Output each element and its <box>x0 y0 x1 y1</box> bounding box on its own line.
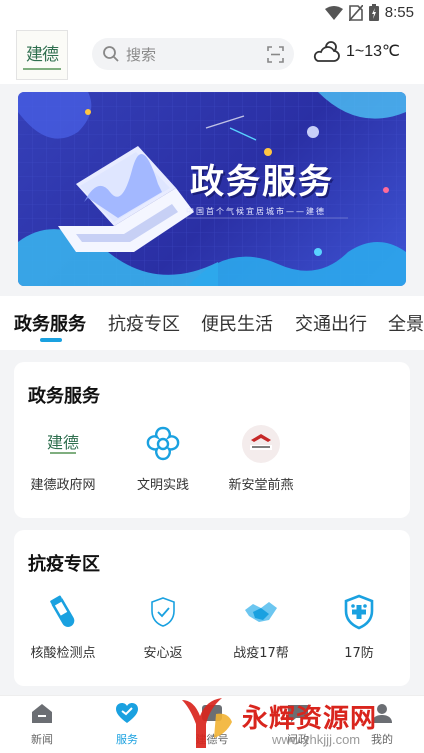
tab-kangyi[interactable]: 抗疫专区 <box>108 310 180 336</box>
section-card-zhengwu: 政务服务 建德 建德政府网 文明实践 新安堂前燕 <box>14 362 410 518</box>
heart-icon <box>116 703 138 723</box>
cloudy-weather-icon <box>313 41 340 62</box>
shield-plus-icon <box>339 592 379 632</box>
service-item-wenming[interactable]: 文明实践 <box>118 424 208 493</box>
service-item-17fang[interactable]: 17防 <box>314 592 404 661</box>
flower-icon <box>143 424 183 464</box>
nav-item-service[interactable]: 服务 <box>97 702 157 747</box>
section-card-kangyi: 抗疫专区 核酸检测点 安心返 战疫17帮 17防 <box>14 530 410 686</box>
nav-item-jiandehao[interactable]: 建德号 <box>182 702 242 747</box>
service-item-zhanyi17[interactable]: 战疫17帮 <box>216 592 306 661</box>
user-icon <box>372 704 392 723</box>
category-tabs: 政务服务 抗疫专区 便民生活 交通出行 全景 <box>0 296 424 350</box>
jiande-logo-icon: 建德 <box>43 424 83 464</box>
service-item-label: 核酸检测点 <box>30 646 96 661</box>
status-icons: 8:55 <box>324 4 414 21</box>
shield-check-icon <box>143 592 183 632</box>
tab-zhengwu[interactable]: 政务服务 <box>14 310 86 336</box>
banner[interactable]: 政务服务 中国首个气候宜居城市——建德 <box>18 92 406 286</box>
section-title: 政务服务 <box>28 386 100 407</box>
home-icon <box>32 704 52 723</box>
section-title: 抗疫专区 <box>28 554 100 575</box>
svg-text:建德: 建德 <box>47 433 79 452</box>
nav-item-wenzheng[interactable]: 问政 <box>268 702 328 747</box>
nav-item-mine[interactable]: 我的 <box>352 702 412 747</box>
banner-subtitle: 中国首个气候宜居城市——建德 <box>186 207 326 216</box>
service-item-xinan[interactable]: 新安堂前燕 <box>216 424 306 493</box>
logo-text: 建德 <box>26 45 59 65</box>
test-tube-icon <box>43 592 83 632</box>
service-item-hesuan[interactable]: 核酸检测点 <box>18 592 108 661</box>
service-item-label: 17防 <box>344 646 374 661</box>
nav-item-news[interactable]: 新闻 <box>12 702 72 747</box>
active-tab-indicator <box>40 338 62 342</box>
service-item-jiande-gov[interactable]: 建德 建德政府网 <box>18 424 108 493</box>
search-placeholder: 搜索 <box>126 46 157 64</box>
nav-label: 服务 <box>116 733 138 746</box>
service-item-label: 文明实践 <box>136 478 189 493</box>
banner-title: 政务服务 <box>190 162 334 202</box>
chat-icon <box>288 705 308 722</box>
bottom-nav: 新闻 服务 建德号 问政 我的 <box>0 695 424 753</box>
media-icon <box>202 705 222 721</box>
search-icon <box>103 46 119 62</box>
status-bar: 8:55 <box>0 0 424 28</box>
weather-temperature: 1~13℃ <box>346 43 401 60</box>
nav-label: 问政 <box>287 733 309 746</box>
tab-quanjing[interactable]: 全景 <box>388 310 424 336</box>
handshake-icon <box>241 592 281 632</box>
scan-icon[interactable] <box>267 46 284 63</box>
tab-bianmin[interactable]: 便民生活 <box>201 310 273 336</box>
app-logo[interactable]: 建德 <box>16 30 68 80</box>
service-item-label: 建德政府网 <box>30 478 96 493</box>
xinan-logo-icon <box>241 424 281 464</box>
search-bar[interactable]: 搜索 <box>92 38 294 70</box>
wifi-icon <box>324 5 343 20</box>
service-item-label: 新安堂前燕 <box>228 478 294 493</box>
logo-underline <box>23 68 61 70</box>
header: 建德 搜索 1~13℃ <box>0 28 424 84</box>
nav-label: 建德号 <box>195 733 229 746</box>
service-item-anxinfan[interactable]: 安心返 <box>118 592 208 661</box>
tab-jiaotong[interactable]: 交通出行 <box>295 310 367 336</box>
nav-label: 我的 <box>371 733 393 746</box>
nav-label: 新闻 <box>31 733 53 746</box>
service-item-label: 安心返 <box>143 646 183 661</box>
no-sim-icon <box>348 4 363 21</box>
weather-widget[interactable]: 1~13℃ <box>312 38 400 64</box>
status-time: 8:55 <box>384 4 414 21</box>
service-item-label: 战疫17帮 <box>233 646 289 661</box>
battery-icon <box>368 4 379 21</box>
